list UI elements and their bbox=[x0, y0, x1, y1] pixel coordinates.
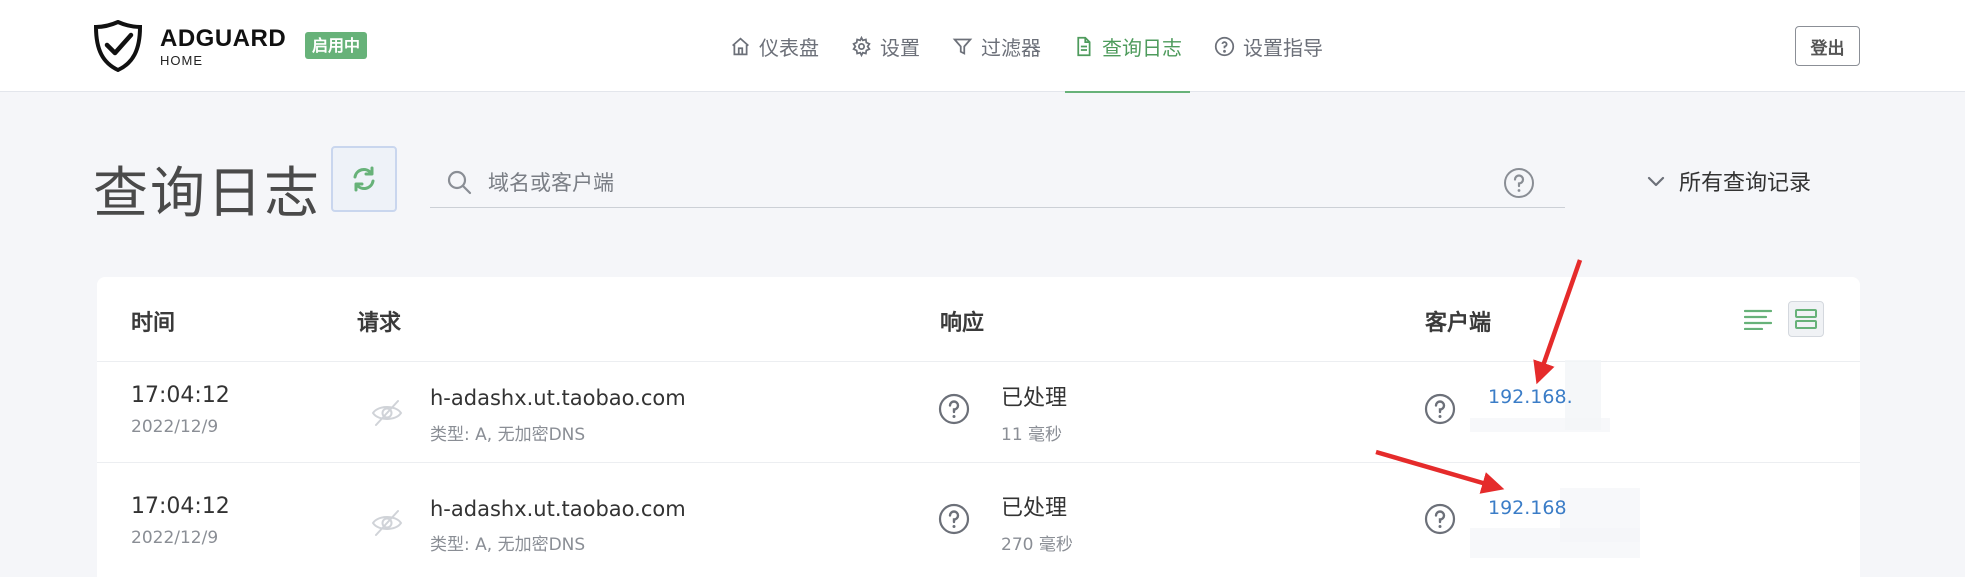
col-header-response[interactable]: 响应 bbox=[940, 305, 984, 337]
row-time: 17:04:12 bbox=[131, 494, 230, 519]
compact-view-icon bbox=[1795, 309, 1817, 329]
list-view-icon bbox=[1744, 309, 1772, 330]
eye-off-icon bbox=[371, 400, 403, 426]
row-status: 已处理 bbox=[1001, 496, 1068, 521]
nav-item-setup-guide[interactable]: 设置指导 bbox=[1206, 0, 1331, 92]
nav-item-settings[interactable]: 设置 bbox=[843, 0, 928, 92]
help-icon[interactable] bbox=[938, 393, 970, 425]
nav-label: 过滤器 bbox=[981, 35, 1041, 60]
row-elapsed: 270 毫秒 bbox=[1001, 535, 1073, 555]
row-divider bbox=[97, 462, 1860, 463]
help-icon[interactable] bbox=[1424, 503, 1456, 535]
row-elapsed: 11 毫秒 bbox=[1001, 425, 1063, 445]
document-icon bbox=[1077, 36, 1091, 56]
col-header-time[interactable]: 时间 bbox=[131, 305, 175, 337]
status-badge: 启用中 bbox=[305, 32, 368, 59]
row-domain[interactable]: h-adashx.ut.taobao.com bbox=[430, 497, 686, 521]
row-domain[interactable]: h-adashx.ut.taobao.com bbox=[430, 386, 686, 410]
search-input[interactable] bbox=[488, 166, 1488, 200]
col-header-client[interactable]: 客户端 bbox=[1425, 305, 1491, 337]
brand: ADGUARD HOME bbox=[160, 25, 287, 69]
row-time: 17:04:12 bbox=[131, 383, 230, 408]
search-icon bbox=[447, 170, 472, 195]
nav-item-filters[interactable]: 过滤器 bbox=[944, 0, 1049, 92]
page-title: 查询日志 bbox=[93, 161, 322, 225]
top-header: ADGUARD HOME 启用中 仪表盘 设置 过滤器 查询日志 设置指导 登出 bbox=[0, 0, 1965, 93]
logout-button[interactable]: 登出 bbox=[1795, 26, 1860, 66]
refresh-icon bbox=[353, 166, 375, 192]
filter-label: 所有查询记录 bbox=[1679, 171, 1812, 196]
help-icon[interactable] bbox=[938, 503, 970, 535]
response-filter-dropdown[interactable]: 所有查询记录 bbox=[1645, 165, 1811, 197]
redacted-region bbox=[1470, 418, 1610, 432]
help-icon[interactable] bbox=[1503, 167, 1535, 199]
nav-item-query-log[interactable]: 查询日志 bbox=[1065, 0, 1190, 93]
redacted-region bbox=[1470, 528, 1640, 558]
nav-item-dashboard[interactable]: 仪表盘 bbox=[722, 0, 827, 92]
nav-label: 设置 bbox=[880, 35, 920, 60]
row-date: 2022/12/9 bbox=[131, 417, 219, 437]
brand-sub: HOME bbox=[160, 53, 203, 68]
col-header-request[interactable]: 请求 bbox=[357, 305, 401, 337]
search-bar bbox=[430, 160, 1565, 208]
row-client-link[interactable]: 192.168. bbox=[1488, 386, 1573, 408]
help-icon[interactable] bbox=[1424, 393, 1456, 425]
default-view-toggle[interactable] bbox=[1742, 303, 1774, 335]
adguard-logo-icon[interactable] bbox=[93, 20, 143, 72]
brand-name: ADGUARD bbox=[160, 25, 287, 52]
main-nav: 仪表盘 设置 过滤器 查询日志 设置指导 bbox=[722, 0, 1347, 93]
row-client-link[interactable]: 192.168 bbox=[1488, 497, 1567, 519]
compact-view-toggle[interactable] bbox=[1788, 301, 1824, 337]
help-icon bbox=[1214, 36, 1235, 56]
row-type: 类型: A, 无加密DNS bbox=[430, 535, 586, 555]
refresh-button[interactable] bbox=[331, 146, 397, 212]
nav-label: 设置指导 bbox=[1243, 35, 1323, 60]
nav-label: 查询日志 bbox=[1102, 35, 1182, 60]
filter-icon bbox=[952, 38, 973, 55]
row-type: 类型: A, 无加密DNS bbox=[430, 425, 586, 445]
gear-icon bbox=[852, 35, 871, 57]
row-date: 2022/12/9 bbox=[131, 528, 219, 548]
row-status: 已处理 bbox=[1001, 386, 1068, 411]
eye-off-icon bbox=[371, 510, 403, 536]
home-icon bbox=[732, 36, 749, 55]
chevron-down-icon bbox=[1647, 176, 1665, 187]
nav-label: 仪表盘 bbox=[759, 35, 819, 60]
